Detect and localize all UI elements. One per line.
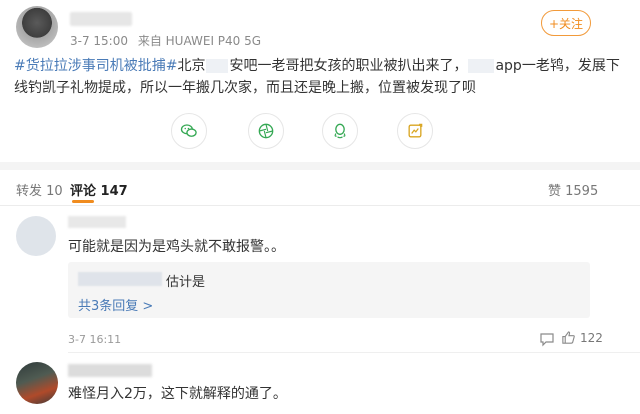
moments-icon [258,123,274,139]
wechat-icon [180,124,197,137]
qq-icon [334,123,346,139]
post-text-line2: 线钓凯子礼物提成，所以一年搬几次家，而且还是晚上搬，位置被发现了呗 [14,80,476,96]
post-text-part1: 北京 [177,58,206,74]
post-timestamp: 3-7 15:00 [70,34,128,48]
like-count: 122 [580,330,603,345]
comment-date: 3-7 16:11 [68,333,122,346]
post-meta: 3-7 15:00 来自 HUAWEI P40 5G [70,32,261,49]
post-text-part3: app一老鸨，发展下 [495,58,620,74]
redacted-text [206,59,229,73]
comment-text: 可能就是因为是鸡头就不敢报警。。 [68,239,285,255]
redacted-text [468,59,495,73]
tab-comments[interactable]: 评论 147 [70,180,128,199]
post-body: #货拉拉涉事司机被批捕#北京 安吧一老哥把女孩的职业被扒出来了， app一老鸨，发展… [14,55,620,99]
qzone-share-button[interactable] [397,113,433,149]
active-tab-indicator [72,200,94,203]
thumbs-up-icon [562,331,575,344]
author-name-redacted[interactable] [70,12,132,26]
post-text-part2: 安吧一老哥把女孩的职业被扒出来了， [229,58,468,74]
reply-preview-box[interactable]: 估计是 共3条回复 > [68,262,590,318]
tabs-divider [0,205,640,206]
comment-divider [68,352,640,353]
moments-share-button[interactable] [248,113,284,149]
reply-author-redacted [78,272,162,286]
like-button[interactable]: 122 [561,330,603,345]
qq-share-button[interactable] [322,113,358,149]
qzone-icon [408,123,423,138]
comment-author-redacted[interactable] [68,364,152,377]
post-source: 来自 HUAWEI P40 5G [137,34,262,48]
reply-text: 估计是 [166,275,206,290]
comment-text: 难怪月入2万，这下就解释的通了。 [68,386,287,402]
comment-author-redacted[interactable] [68,216,126,228]
hashtag-link[interactable]: #货拉拉涉事司机被批捕# [14,58,177,74]
comment-avatar[interactable] [16,362,58,404]
section-divider [0,162,640,170]
follow-button[interactable]: +关注 [541,10,591,36]
comment-avatar[interactable] [16,216,56,256]
more-replies-link[interactable]: 共3条回复 > [78,295,153,314]
tab-repost[interactable]: 转发 10 [16,180,63,199]
wechat-share-button[interactable] [171,113,207,149]
tab-likes[interactable]: 赞 1595 [548,180,598,199]
author-avatar[interactable] [16,6,58,48]
reply-icon[interactable] [539,331,555,347]
